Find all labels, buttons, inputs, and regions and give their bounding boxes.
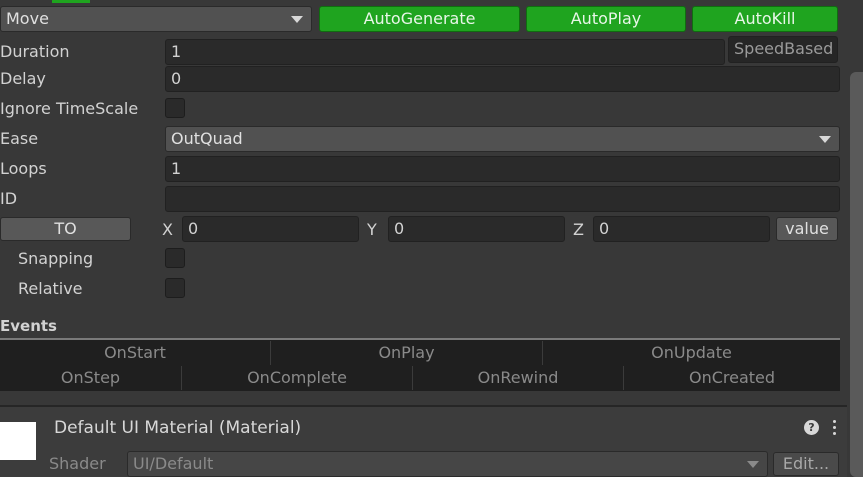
to-button[interactable]: TO xyxy=(0,217,131,241)
value-button[interactable]: value xyxy=(776,217,838,241)
material-preview-swatch xyxy=(0,422,36,460)
events-title: Events xyxy=(0,317,57,335)
speed-based-toggle[interactable]: SpeedBased xyxy=(728,36,838,63)
ease-label: Ease xyxy=(0,129,39,148)
y-input[interactable]: 0 xyxy=(388,216,565,242)
x-input[interactable]: 0 xyxy=(182,216,359,242)
kebab-menu-icon[interactable] xyxy=(831,419,837,437)
shader-dropdown[interactable]: UI/Default xyxy=(127,451,768,477)
id-label: ID xyxy=(0,189,18,208)
loops-label: Loops xyxy=(0,159,47,178)
chevron-down-icon xyxy=(291,16,303,23)
question-icon[interactable]: ? xyxy=(804,420,819,435)
chevron-down-icon xyxy=(819,136,831,143)
material-title: Default UI Material (Material) xyxy=(54,418,302,438)
snapping-checkbox[interactable] xyxy=(165,248,185,268)
speed-based-label: SpeedBased xyxy=(734,39,834,58)
x-label: X xyxy=(162,220,173,239)
z-input[interactable]: 0 xyxy=(593,216,770,242)
relative-label: Relative xyxy=(18,279,83,298)
tween-type-dropdown[interactable]: Move xyxy=(0,6,312,32)
edit-shader-button[interactable]: Edit... xyxy=(773,452,839,476)
z-label: Z xyxy=(573,220,584,239)
event-onstep[interactable]: OnStep xyxy=(0,366,181,390)
duration-input[interactable]: 1 xyxy=(165,39,725,65)
event-onplay[interactable]: OnPlay xyxy=(271,341,542,365)
y-label: Y xyxy=(367,220,377,239)
shader-label: Shader xyxy=(49,454,106,473)
loops-input[interactable]: 1 xyxy=(165,156,840,182)
event-onrewind[interactable]: OnRewind xyxy=(413,366,623,390)
id-input[interactable] xyxy=(165,186,840,212)
ease-dropdown[interactable]: OutQuad xyxy=(165,126,840,152)
relative-checkbox[interactable] xyxy=(165,278,185,298)
top-accent xyxy=(52,0,90,3)
delay-label: Delay xyxy=(0,69,46,88)
auto-play-button[interactable]: AutoPlay xyxy=(526,6,686,32)
duration-label: Duration xyxy=(0,42,70,61)
ignore-timescale-label: Ignore TimeScale xyxy=(0,99,139,118)
event-onstart[interactable]: OnStart xyxy=(0,341,270,365)
scrollbar-thumb[interactable] xyxy=(850,72,863,477)
chevron-down-icon xyxy=(747,461,759,468)
delay-input[interactable]: 0 xyxy=(165,66,840,92)
snapping-label: Snapping xyxy=(18,249,94,268)
auto-generate-button[interactable]: AutoGenerate xyxy=(319,6,520,32)
tween-type-value: Move xyxy=(6,9,49,28)
auto-kill-button[interactable]: AutoKill xyxy=(692,6,838,32)
ignore-timescale-checkbox[interactable] xyxy=(165,98,185,118)
event-oncomplete[interactable]: OnComplete xyxy=(182,366,412,390)
ease-value: OutQuad xyxy=(171,129,243,148)
event-oncreated[interactable]: OnCreated xyxy=(624,366,840,390)
event-onupdate[interactable]: OnUpdate xyxy=(543,341,840,365)
shader-value: UI/Default xyxy=(133,454,214,473)
